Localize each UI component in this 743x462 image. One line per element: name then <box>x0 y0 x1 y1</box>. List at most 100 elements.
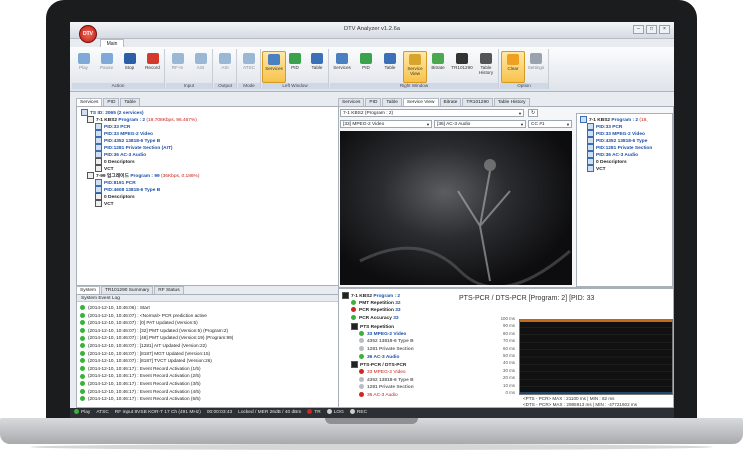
ribbon-button-atsc[interactable]: ATSC <box>238 51 260 81</box>
app-logo-icon[interactable]: DTV <box>79 25 97 43</box>
atsc-icon <box>243 53 255 64</box>
ribbon-button-rf-in[interactable]: RF-In <box>167 51 189 81</box>
ribbon-button-tr101290[interactable]: TR101290 <box>451 51 473 81</box>
status-ok-icon <box>80 350 85 356</box>
tr-item-label: 4352 13818-6 Type B <box>367 377 414 383</box>
tree-item-rate: (18, <box>639 117 648 123</box>
tree-item[interactable]: VCT <box>587 165 606 173</box>
ribbon-toolbar: Action Play Pause Stop Record Input RF-In ASI Ou… <box>70 47 674 92</box>
ribbon-button-stop[interactable]: Stop <box>119 51 141 81</box>
stop-icon <box>123 53 136 64</box>
maximize-button[interactable]: □ <box>646 25 657 34</box>
tr-item[interactable]: 36 AC-3 Audio <box>359 392 398 399</box>
ribbon-button-label: Table History <box>478 65 494 75</box>
tree-node-icon <box>95 144 102 151</box>
ribbon-button-service-view[interactable]: Service View <box>403 51 427 83</box>
tr-item[interactable]: PTS-PCR / DTS-PCR <box>351 361 406 369</box>
tr-item[interactable]: PCR Repetition 33 <box>351 307 401 314</box>
tree-node-icon <box>87 172 94 179</box>
log-entry: (2014-12-10, 10:46:07) : [0] PAT Updated… <box>80 320 198 326</box>
tree-node-icon <box>87 116 94 123</box>
tr-item[interactable]: 1281 Private Section <box>359 345 414 353</box>
status-ok-icon <box>80 396 85 402</box>
tr-item[interactable]: PCR Accuracy 33 <box>351 315 399 322</box>
log-status-icon <box>326 409 332 415</box>
tree-item-label: VCT <box>104 201 114 207</box>
ribbon-button-pause[interactable]: Pause <box>96 51 118 81</box>
minimize-button[interactable]: – <box>633 25 644 34</box>
ribbon-button-asi[interactable]: ASI <box>214 51 236 81</box>
ribbon-group-label: Option <box>500 83 548 89</box>
ribbon-group-label: Output <box>214 83 236 89</box>
y-tick-label: 10 ms <box>503 382 515 388</box>
cc-select[interactable]: CC #1 ▼ <box>528 120 572 128</box>
tree-node-icon <box>95 158 102 165</box>
rec-status-icon <box>349 409 355 415</box>
ribbon-button-table[interactable]: Table <box>379 51 401 81</box>
video-pid-select[interactable]: [33] MPEG-2 Video ▼ <box>340 120 432 128</box>
status-ok-icon <box>80 373 85 379</box>
ribbon-button-label: Services <box>333 65 351 70</box>
log-entry: (2014-12-10, 10:46:17) : Event Record Ac… <box>80 389 201 395</box>
bitrate-icon <box>432 53 444 64</box>
ribbon-button-bitrate[interactable]: Bitrate <box>427 51 449 81</box>
tr-item[interactable]: 4352 13818-6 Type B <box>359 376 414 384</box>
ribbon-button-table[interactable]: Table <box>306 51 328 81</box>
tree-node-icon <box>95 165 102 172</box>
log-entry-text: (2014-12-10, 10:46:07) : <Normal> PCR pr… <box>88 312 207 318</box>
log-entry: (2014-12-10, 10:46:17) : Event Record Ac… <box>80 373 201 379</box>
tr-item[interactable]: 7-1 KBS2 Program : 2 <box>342 292 400 300</box>
log-entry-text: (2014-12-10, 10:46:07) : [8187] MGT Upda… <box>88 350 211 356</box>
audio-pid-select[interactable]: [36] AC-3 Audio ▼ <box>434 120 526 128</box>
laptop-notch <box>325 418 418 424</box>
service-select[interactable]: 7-1 KBS2 (Program : 2) ▼ <box>340 109 524 117</box>
tr-item-label: 36 AC-3 Audio <box>367 354 400 360</box>
log-entry: (2014-12-10, 10:46:07) : [8187] MGT Upda… <box>80 351 210 357</box>
log-entry: (2014-12-10, 10:46:07) : [8187] TVCT Upd… <box>80 358 212 364</box>
clear-icon <box>507 54 519 65</box>
tr-item-label: PTS-PCR / DTS-PCR <box>360 363 407 369</box>
ribbon-button-settings[interactable]: Settings <box>525 51 547 81</box>
video-preview <box>340 131 572 289</box>
status-log[interactable]: LOG <box>326 408 344 418</box>
ribbon-button-record[interactable]: Record <box>142 51 164 81</box>
ribbon-button-services[interactable]: Services <box>262 51 286 83</box>
chart-title: PTS-PCR / DTS-PCR [Program: 2] [PID: 33 <box>459 295 595 302</box>
asi-icon <box>194 53 207 64</box>
tr-item[interactable]: 4352 13818-6 Type B <box>359 338 414 345</box>
status-gray-icon <box>359 338 364 344</box>
tr-item[interactable]: PTS Repetition <box>351 322 395 331</box>
ribbon-button-label: PID <box>291 65 299 70</box>
close-button[interactable]: × <box>659 25 670 34</box>
ribbon-button-label: Play <box>79 65 88 70</box>
ribbon-button-asi[interactable]: ASI <box>190 51 212 81</box>
ribbon-button-label: ATSC <box>243 65 255 70</box>
refresh-button[interactable]: ↻ <box>528 109 538 117</box>
chevron-down-icon: ▼ <box>566 122 570 127</box>
pid-icon <box>289 53 301 64</box>
ribbon-button-label: Clear <box>507 66 519 71</box>
tr-item[interactable]: 33 MPEG-2 Video <box>359 369 406 376</box>
tr-item-value: 33 <box>393 315 399 321</box>
status-rec[interactable]: REC <box>349 408 367 418</box>
status-play[interactable]: Play <box>74 408 90 418</box>
ribbon-button-play[interactable]: Play <box>73 51 95 81</box>
ribbon-button-table-history[interactable]: Table History <box>475 51 497 81</box>
ribbon-button-clear[interactable]: Clear <box>501 51 525 83</box>
tr-item[interactable]: PMT Repetition 32 <box>351 299 401 307</box>
tr-item-value: 32 <box>395 300 401 306</box>
tr-item[interactable]: 33 MPEG-2 Video <box>359 330 406 338</box>
ribbon-button-pid[interactable]: PID <box>355 51 377 81</box>
ribbon-button-services[interactable]: Services <box>331 51 353 81</box>
ribbon-button-label: Bitrate <box>431 65 445 70</box>
tr-item-label: PTS Repetition <box>360 324 395 330</box>
status-tr[interactable]: TR <box>307 408 321 418</box>
tr-item[interactable]: 1281 Private Section <box>359 384 414 391</box>
ribbon-button-pid[interactable]: PID <box>284 51 306 81</box>
pid-icon <box>360 53 372 64</box>
tr-item[interactable]: 36 AC-3 Audio <box>359 353 400 361</box>
tree-item[interactable]: VCT <box>95 200 114 208</box>
y-tick-label: 50 ms <box>503 353 515 358</box>
tr-item-value: 33 <box>395 308 401 314</box>
tree-item-label: VCT <box>596 166 606 172</box>
